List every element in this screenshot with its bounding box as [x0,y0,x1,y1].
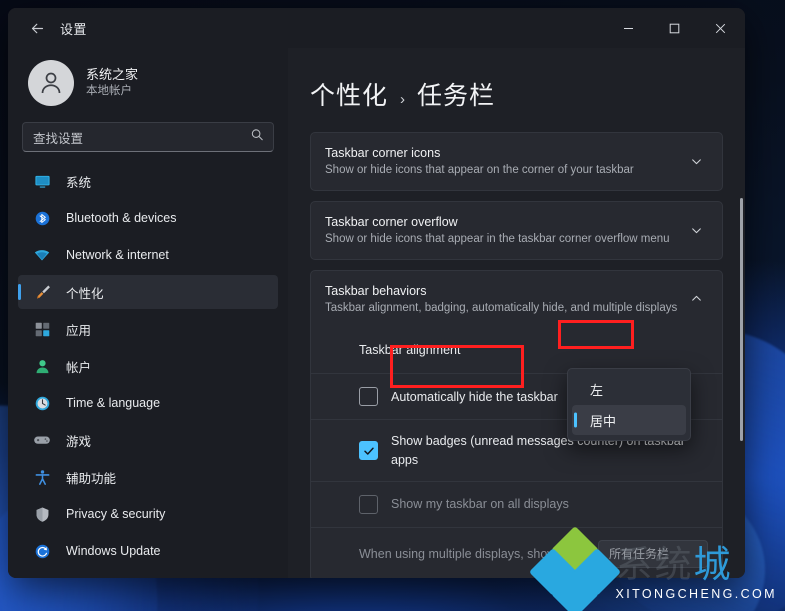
wifi-icon [32,245,52,265]
card-taskbar-corner-icons[interactable]: Taskbar corner icons Show or hide icons … [310,132,723,191]
taskbar-alignment-label: Taskbar alignment [359,343,461,358]
sidebar-item-label: Privacy & security [66,507,166,521]
dropdown-option-left[interactable]: 左 [572,374,686,404]
account-type: 本地帐户 [86,85,132,98]
sidebar-item-system[interactable]: 系统 [18,164,278,198]
sidebar-item-privacy-security[interactable]: Privacy & security [18,497,278,531]
sidebar-item-time-language[interactable]: Time & language [18,386,278,420]
gamepad-icon [32,430,52,450]
chevron-up-icon[interactable] [684,292,708,305]
settings-window: 设置 系统之家 本地帐户 查找设置 系统 Bluetooth & devices… [8,8,745,578]
multiple-displays-label: When using multiple displays, show my [359,546,577,561]
sidebar-item-network-internet[interactable]: Network & internet [18,238,278,272]
close-icon [715,23,725,33]
sidebar-nav: 系统 Bluetooth & devices Network & interne… [18,162,278,568]
sidebar-item-bluetooth-devices[interactable]: Bluetooth & devices [18,201,278,235]
dropdown-option-center[interactable]: 居中 [572,405,686,435]
sidebar-item-label: 个性化 [66,286,104,301]
card-taskbar-behaviors-header[interactable]: Taskbar behaviors Taskbar alignment, bad… [311,271,722,328]
minimize-button[interactable] [605,8,651,48]
check-icon [363,447,374,455]
back-arrow-icon [31,23,43,33]
monitor-icon [32,171,52,191]
sidebar-item-accessibility[interactable]: 辅助功能 [18,460,278,494]
window-body: 系统之家 本地帐户 查找设置 系统 Bluetooth & devices Ne… [8,48,745,578]
card-title: Taskbar corner overflow [325,214,458,229]
sidebar: 系统之家 本地帐户 查找设置 系统 Bluetooth & devices Ne… [8,48,288,578]
breadcrumb: 个性化 › 任务栏 [310,48,723,132]
sidebar-item-accounts[interactable]: 帐户 [18,349,278,383]
card-title: Taskbar corner icons [325,146,441,160]
sidebar-item-label: 辅助功能 [66,471,117,486]
user-avatar-icon [41,72,61,94]
breadcrumb-parent[interactable]: 个性化 [310,76,388,112]
sidebar-item-windows-update[interactable]: Windows Update [18,534,278,568]
page-title: 任务栏 [417,82,496,110]
bluetooth-icon [32,208,52,228]
content-pane: 个性化 › 任务栏 Taskbar corner icons Show or h… [288,48,745,578]
accounts-icon [32,356,52,376]
card-subtitle: Show or hide icons that appear in the ta… [325,232,670,245]
sidebar-item-label: 系统 [66,175,92,190]
close-button[interactable] [697,8,743,48]
sidebar-item-label: Network & internet [66,248,169,262]
sidebar-item-label: Time & language [66,396,161,410]
account-block[interactable]: 系统之家 本地帐户 [18,48,278,120]
multiple-displays-select: 所有任务栏 [598,539,708,568]
accessibility-icon [32,467,52,487]
all-displays-checkbox [359,494,378,514]
sidebar-item-gaming[interactable]: 游戏 [18,423,278,457]
maximize-button[interactable] [651,8,697,48]
sidebar-item-label: Bluetooth & devices [66,211,177,225]
auto-hide-checkbox[interactable] [359,387,378,407]
app-title: 设置 [60,21,87,37]
clock-icon [32,393,52,413]
breadcrumb-separator-icon: › [400,91,406,108]
paintbrush-icon [32,282,52,302]
card-taskbar-corner-overflow[interactable]: Taskbar corner overflow Show or hide ico… [310,200,723,260]
apps-icon [32,319,52,339]
back-button[interactable] [20,14,54,42]
show-badges-checkbox[interactable] [359,441,378,461]
card-subtitle: Show or hide icons that appear on the co… [325,164,634,177]
row-taskbar-alignment[interactable]: Taskbar alignment [311,327,722,373]
auto-hide-label: Automatically hide the taskbar [391,389,558,404]
sidebar-item-personalization[interactable]: 个性化 [18,275,278,309]
content-scrollbar[interactable] [740,198,743,441]
search-input[interactable]: 查找设置 [22,122,274,152]
all-displays-label: Show my taskbar on all displays [391,497,569,512]
update-icon [32,541,52,561]
account-name: 系统之家 [86,67,139,83]
row-multiple-displays: When using multiple displays, show my 所有… [311,526,722,578]
sidebar-item-label: 帐户 [66,360,92,375]
chevron-down-icon[interactable] [684,155,708,168]
sidebar-item-apps[interactable]: 应用 [18,312,278,346]
taskbar-alignment-dropdown[interactable]: 左 居中 [567,368,691,441]
card-subtitle: Taskbar alignment, badging, automaticall… [325,301,678,314]
minimize-icon [623,27,633,29]
sidebar-item-label: 应用 [66,323,92,338]
window-controls [605,8,745,48]
maximize-icon [669,23,679,33]
sidebar-item-label: Windows Update [66,544,161,558]
search-placeholder: 查找设置 [33,131,84,146]
sidebar-item-label: 游戏 [66,434,92,449]
avatar [28,60,74,106]
chevron-down-icon[interactable] [684,224,708,237]
shield-icon [32,504,52,524]
search-icon [250,128,264,147]
card-title: Taskbar behaviors [325,283,427,298]
row-show-on-all-displays: Show my taskbar on all displays [311,480,722,527]
window-titlebar: 设置 [8,8,745,48]
